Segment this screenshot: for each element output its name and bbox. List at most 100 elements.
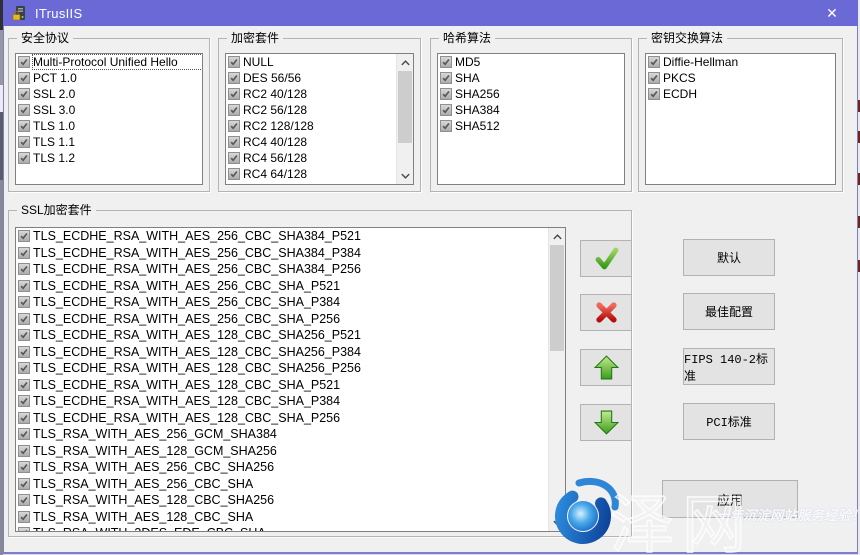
list-item[interactable]: SHA	[438, 70, 624, 86]
scrollbar-thumb[interactable]	[398, 71, 412, 143]
checkbox-checked-icon[interactable]	[18, 247, 30, 259]
checkbox-checked-icon[interactable]	[18, 329, 30, 341]
remove-button[interactable]	[580, 294, 632, 331]
checkbox-checked-icon[interactable]	[228, 88, 240, 100]
checkbox-checked-icon[interactable]	[228, 56, 240, 68]
cipher-list[interactable]: NULLDES 56/56RC2 40/128RC2 56/128RC2 128…	[225, 53, 414, 185]
list-item[interactable]: TLS_RSA_WITH_AES_256_GCM_SHA384	[16, 426, 565, 443]
list-item[interactable]: MD5	[438, 54, 624, 70]
checkbox-checked-icon[interactable]	[18, 296, 30, 308]
checkbox-checked-icon[interactable]	[440, 88, 452, 100]
list-item[interactable]: TLS_RSA_WITH_AES_128_GCM_SHA256	[16, 443, 565, 460]
titlebar[interactable]: ITrusIIS ✕	[3, 0, 858, 26]
checkbox-checked-icon[interactable]	[18, 494, 30, 506]
checkbox-checked-icon[interactable]	[18, 72, 30, 84]
checkbox-checked-icon[interactable]	[18, 263, 30, 275]
checkbox-checked-icon[interactable]	[228, 104, 240, 116]
list-item[interactable]: TLS_RSA_WITH_3DES_EDE_CBC_SHA	[16, 525, 565, 532]
list-item[interactable]: TLS_ECDHE_RSA_WITH_AES_128_CBC_SHA_P521	[16, 377, 565, 394]
move-up-button[interactable]	[580, 349, 632, 386]
list-item[interactable]: PCT 1.0	[16, 70, 202, 86]
list-item[interactable]: TLS_ECDHE_RSA_WITH_AES_256_CBC_SHA384_P2…	[16, 261, 565, 278]
scrollbar-down-icon[interactable]	[549, 514, 565, 531]
list-item[interactable]: NULL	[226, 54, 413, 70]
apply-button[interactable]: 应用	[662, 480, 798, 518]
checkbox-checked-icon[interactable]	[18, 412, 30, 424]
scrollbar-down-icon[interactable]	[397, 167, 413, 184]
checkbox-checked-icon[interactable]	[18, 428, 30, 440]
list-item[interactable]: TLS_ECDHE_RSA_WITH_AES_128_CBC_SHA_P384	[16, 393, 565, 410]
list-item[interactable]: TLS_ECDHE_RSA_WITH_AES_256_CBC_SHA_P256	[16, 311, 565, 328]
scrollbar[interactable]	[548, 228, 565, 531]
scrollbar-up-icon[interactable]	[549, 228, 565, 245]
protocol-list[interactable]: Multi-Protocol Unified HelloPCT 1.0SSL 2…	[15, 53, 203, 185]
checkbox-checked-icon[interactable]	[18, 280, 30, 292]
scrollbar-thumb[interactable]	[550, 245, 564, 351]
fips-standard-button[interactable]: FIPS 140-2标准	[683, 348, 775, 385]
list-item[interactable]: TLS_ECDHE_RSA_WITH_AES_128_CBC_SHA256_P5…	[16, 327, 565, 344]
checkbox-checked-icon[interactable]	[228, 168, 240, 180]
close-button[interactable]: ✕	[814, 0, 850, 26]
checkbox-checked-icon[interactable]	[18, 136, 30, 148]
list-item[interactable]: DES 56/56	[226, 70, 413, 86]
list-item[interactable]: SSL 2.0	[16, 86, 202, 102]
list-item[interactable]: Multi-Protocol Unified Hello	[16, 54, 202, 70]
checkbox-checked-icon[interactable]	[18, 56, 30, 68]
list-item[interactable]: ECDH	[646, 86, 835, 102]
checkbox-checked-icon[interactable]	[648, 56, 660, 68]
checkbox-checked-icon[interactable]	[18, 379, 30, 391]
list-item[interactable]: TLS_ECDHE_RSA_WITH_AES_256_CBC_SHA_P384	[16, 294, 565, 311]
list-item[interactable]: TLS_ECDHE_RSA_WITH_AES_256_CBC_SHA384_P5…	[16, 228, 565, 245]
checkbox-checked-icon[interactable]	[228, 152, 240, 164]
list-item[interactable]: TLS_RSA_WITH_AES_256_CBC_SHA	[16, 476, 565, 493]
checkbox-checked-icon[interactable]	[18, 445, 30, 457]
list-item[interactable]: PKCS	[646, 70, 835, 86]
checkbox-checked-icon[interactable]	[18, 104, 30, 116]
list-item[interactable]: RC4 128/128	[226, 182, 413, 185]
checkbox-checked-icon[interactable]	[18, 120, 30, 132]
checkbox-checked-icon[interactable]	[18, 346, 30, 358]
checkbox-checked-icon[interactable]	[18, 461, 30, 473]
confirm-button[interactable]	[580, 240, 632, 277]
best-config-button[interactable]: 最佳配置	[683, 293, 775, 330]
checkbox-checked-icon[interactable]	[440, 72, 452, 84]
checkbox-checked-icon[interactable]	[18, 88, 30, 100]
list-item[interactable]: TLS 1.0	[16, 118, 202, 134]
list-item[interactable]: TLS_RSA_WITH_AES_256_CBC_SHA256	[16, 459, 565, 476]
checkbox-checked-icon[interactable]	[18, 395, 30, 407]
checkbox-checked-icon[interactable]	[228, 120, 240, 132]
checkbox-checked-icon[interactable]	[18, 511, 30, 523]
checkbox-checked-icon[interactable]	[228, 184, 240, 185]
list-item[interactable]: TLS_RSA_WITH_AES_128_CBC_SHA256	[16, 492, 565, 509]
scrollbar[interactable]	[396, 54, 413, 184]
list-item[interactable]: RC2 56/128	[226, 102, 413, 118]
scrollbar-up-icon[interactable]	[397, 54, 413, 71]
list-item[interactable]: TLS_ECDHE_RSA_WITH_AES_128_CBC_SHA256_P2…	[16, 360, 565, 377]
default-button[interactable]: 默认	[683, 239, 775, 276]
checkbox-checked-icon[interactable]	[648, 72, 660, 84]
list-item[interactable]: TLS_ECDHE_RSA_WITH_AES_128_CBC_SHA_P256	[16, 410, 565, 427]
checkbox-checked-icon[interactable]	[440, 56, 452, 68]
move-down-button[interactable]	[580, 404, 632, 441]
list-item[interactable]: RC4 40/128	[226, 134, 413, 150]
list-item[interactable]: RC4 56/128	[226, 150, 413, 166]
list-item[interactable]: Diffie-Hellman	[646, 54, 835, 70]
list-item[interactable]: TLS_ECDHE_RSA_WITH_AES_256_CBC_SHA_P521	[16, 278, 565, 295]
ssl-suite-list[interactable]: TLS_ECDHE_RSA_WITH_AES_256_CBC_SHA384_P5…	[15, 227, 566, 532]
checkbox-checked-icon[interactable]	[18, 478, 30, 490]
checkbox-checked-icon[interactable]	[18, 152, 30, 164]
checkbox-checked-icon[interactable]	[18, 362, 30, 374]
checkbox-checked-icon[interactable]	[18, 527, 30, 532]
list-item[interactable]: SHA384	[438, 102, 624, 118]
list-item[interactable]: TLS 1.1	[16, 134, 202, 150]
checkbox-checked-icon[interactable]	[228, 72, 240, 84]
checkbox-checked-icon[interactable]	[228, 136, 240, 148]
list-item[interactable]: SHA256	[438, 86, 624, 102]
list-item[interactable]: TLS_ECDHE_RSA_WITH_AES_256_CBC_SHA384_P3…	[16, 245, 565, 262]
list-item[interactable]: SHA512	[438, 118, 624, 134]
checkbox-checked-icon[interactable]	[18, 230, 30, 242]
checkbox-checked-icon[interactable]	[18, 313, 30, 325]
checkbox-checked-icon[interactable]	[440, 120, 452, 132]
list-item[interactable]: SSL 3.0	[16, 102, 202, 118]
list-item[interactable]: RC2 128/128	[226, 118, 413, 134]
